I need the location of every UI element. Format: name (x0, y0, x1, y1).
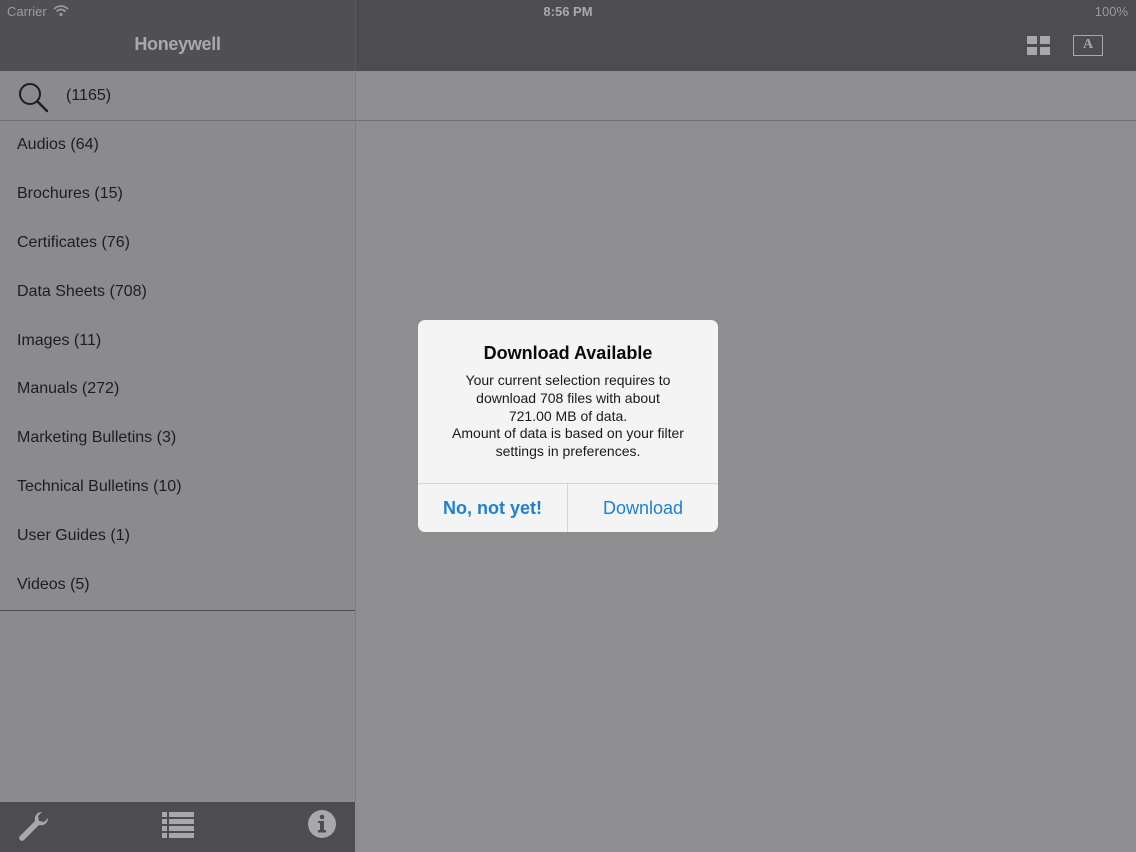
cancel-button[interactable]: No, not yet! (418, 484, 568, 532)
app-screen: Carrier 8:56 PM 100% Honeywell A (1165) … (0, 0, 1136, 852)
category-item-certificates[interactable]: Certificates (76) (0, 219, 355, 268)
search-icon (19, 83, 49, 113)
category-item-marketing-bulletins[interactable]: Marketing Bulletins (3) (0, 414, 355, 463)
category-sidebar: (1165) Audios (64) Brochures (15) Certif… (0, 71, 356, 802)
info-icon (308, 810, 336, 838)
status-time: 8:56 PM (543, 4, 593, 19)
list-view-button[interactable] (160, 808, 196, 844)
alert-message: Your current selection requires to downl… (452, 372, 684, 460)
category-item-user-guides[interactable]: User Guides (1) (0, 512, 355, 561)
alert-title: Download Available (483, 343, 653, 363)
download-button[interactable]: Download (568, 484, 718, 532)
font-size-button[interactable]: A (1073, 35, 1103, 56)
search-row[interactable]: (1165) (0, 71, 355, 121)
category-item-audios[interactable]: Audios (64) (0, 121, 355, 170)
wrench-icon (19, 811, 49, 841)
top-bar: Carrier 8:56 PM 100% Honeywell A (0, 0, 1136, 71)
info-button[interactable] (304, 808, 340, 844)
category-item-images[interactable]: Images (11) (0, 317, 355, 366)
category-list: Audios (64) Brochures (15) Certificates … (0, 121, 355, 611)
category-item-videos[interactable]: Videos (5) (0, 561, 355, 610)
grid-icon (1027, 36, 1037, 44)
category-item-data-sheets[interactable]: Data Sheets (708) (0, 268, 355, 317)
download-alert-dialog: Download Available Your current selectio… (418, 320, 718, 532)
alert-button-bar: No, not yet! Download (418, 483, 718, 532)
honeywell-logo: Honeywell (134, 34, 221, 54)
bottom-toolbar (0, 802, 355, 852)
category-item-technical-bulletins[interactable]: Technical Bulletins (10) (0, 463, 355, 512)
grid-icon-cell (1027, 47, 1037, 55)
settings-button[interactable] (16, 808, 52, 844)
battery-percent: 100% (1094, 4, 1128, 19)
grid-icon-cell (1040, 36, 1050, 44)
category-item-brochures[interactable]: Brochures (15) (0, 170, 355, 219)
detail-header (356, 71, 1136, 121)
search-result-count: (1165) (66, 87, 112, 104)
category-item-manuals[interactable]: Manuals (272) (0, 365, 355, 414)
grid-view-button[interactable] (1027, 36, 1051, 56)
list-icon (162, 812, 194, 838)
grid-icon-cell (1040, 47, 1050, 55)
